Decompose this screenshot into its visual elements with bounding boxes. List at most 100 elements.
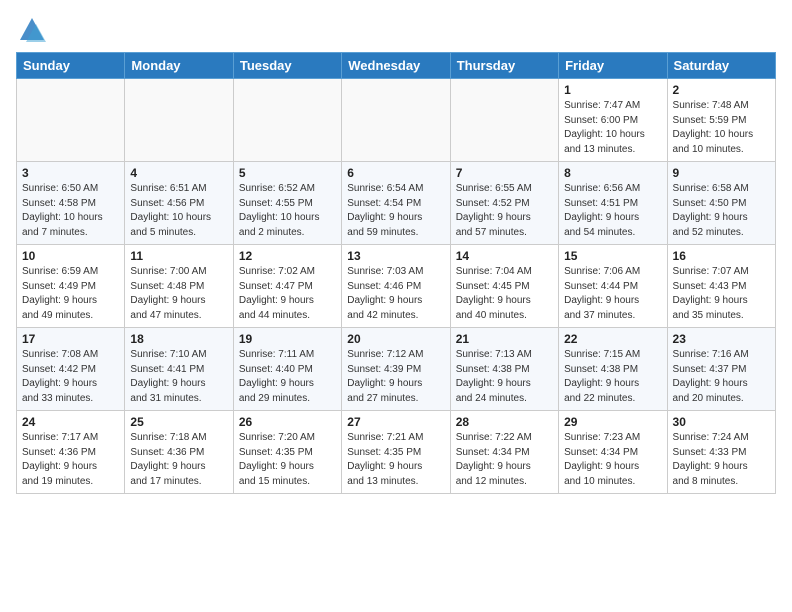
day-info: Sunrise: 7:47 AM Sunset: 6:00 PM Dayligh… — [564, 99, 661, 157]
day-number: 4 — [130, 166, 227, 180]
calendar-week-3: 17 Sunrise: 7:08 AM Sunset: 4:42 PM Dayli… — [17, 328, 776, 411]
calendar-cell: 16Sunrise: 7:07 AM Sunset: 4:43 PM Dayli… — [667, 245, 775, 328]
day-info: Sunrise: 7:06 AM Sunset: 4:44 PM Dayligh… — [564, 265, 661, 323]
day-info: Sunrise: 7:23 AM Sunset: 4:34 PM Dayligh… — [564, 431, 661, 489]
calendar-cell: 1 Sunrise: 7:47 AM Sunset: 6:00 PM Daylig… — [559, 79, 667, 162]
day-info: Sunrise: 7:21 AM Sunset: 4:35 PM Dayligh… — [347, 431, 444, 489]
day-info: Sunrise: 7:07 AM Sunset: 4:43 PM Dayligh… — [673, 265, 770, 323]
day-number: 13 — [347, 249, 444, 263]
day-info: Sunrise: 7:15 AM Sunset: 4:38 PM Dayligh… — [564, 348, 661, 406]
calendar-week-4: 24 Sunrise: 7:17 AM Sunset: 4:36 PM Dayli… — [17, 411, 776, 494]
day-info: Sunrise: 7:22 AM Sunset: 4:34 PM Dayligh… — [456, 431, 553, 489]
day-info: Sunrise: 7:18 AM Sunset: 4:36 PM Dayligh… — [130, 431, 227, 489]
day-info: Sunrise: 7:08 AM Sunset: 4:42 PM Dayligh… — [22, 348, 119, 406]
day-number: 17 — [22, 332, 119, 346]
calendar-table: SundayMondayTuesdayWednesdayThursdayFrid… — [16, 52, 776, 494]
calendar-cell: 30Sunrise: 7:24 AM Sunset: 4:33 PM Dayli… — [667, 411, 775, 494]
day-info: Sunrise: 7:10 AM Sunset: 4:41 PM Dayligh… — [130, 348, 227, 406]
day-number: 1 — [564, 83, 661, 97]
calendar-week-2: 10Sunrise: 6:59 AM Sunset: 4:49 PM Dayli… — [17, 245, 776, 328]
day-number: 27 — [347, 415, 444, 429]
day-number: 28 — [456, 415, 553, 429]
calendar-cell: 4 Sunrise: 6:51 AM Sunset: 4:56 PM Daylig… — [125, 162, 233, 245]
day-number: 6 — [347, 166, 444, 180]
calendar-header-friday: Friday — [559, 53, 667, 79]
day-number: 12 — [239, 249, 336, 263]
calendar-cell: 20 Sunrise: 7:12 AM Sunset: 4:39 PM Dayli… — [342, 328, 450, 411]
day-number: 23 — [673, 332, 770, 346]
calendar-cell: 6 Sunrise: 6:54 AM Sunset: 4:54 PM Daylig… — [342, 162, 450, 245]
calendar-cell — [17, 79, 125, 162]
day-number: 10 — [22, 249, 119, 263]
calendar-cell: 24 Sunrise: 7:17 AM Sunset: 4:36 PM Dayli… — [17, 411, 125, 494]
day-number: 20 — [347, 332, 444, 346]
calendar-cell: 2 Sunrise: 7:48 AM Sunset: 5:59 PM Daylig… — [667, 79, 775, 162]
calendar-cell: 5 Sunrise: 6:52 AM Sunset: 4:55 PM Daylig… — [233, 162, 341, 245]
day-number: 19 — [239, 332, 336, 346]
day-number: 18 — [130, 332, 227, 346]
day-number: 21 — [456, 332, 553, 346]
calendar-week-1: 3 Sunrise: 6:50 AM Sunset: 4:58 PM Daylig… — [17, 162, 776, 245]
day-info: Sunrise: 7:13 AM Sunset: 4:38 PM Dayligh… — [456, 348, 553, 406]
calendar-header-wednesday: Wednesday — [342, 53, 450, 79]
logo — [16, 16, 46, 44]
day-info: Sunrise: 7:03 AM Sunset: 4:46 PM Dayligh… — [347, 265, 444, 323]
day-number: 9 — [673, 166, 770, 180]
day-info: Sunrise: 7:48 AM Sunset: 5:59 PM Dayligh… — [673, 99, 770, 157]
day-number: 8 — [564, 166, 661, 180]
calendar-cell: 14Sunrise: 7:04 AM Sunset: 4:45 PM Dayli… — [450, 245, 558, 328]
calendar-cell: 23 Sunrise: 7:16 AM Sunset: 4:37 PM Dayli… — [667, 328, 775, 411]
day-number: 22 — [564, 332, 661, 346]
day-info: Sunrise: 6:51 AM Sunset: 4:56 PM Dayligh… — [130, 182, 227, 240]
calendar-cell — [125, 79, 233, 162]
day-info: Sunrise: 7:20 AM Sunset: 4:35 PM Dayligh… — [239, 431, 336, 489]
day-info: Sunrise: 7:11 AM Sunset: 4:40 PM Dayligh… — [239, 348, 336, 406]
day-info: Sunrise: 6:50 AM Sunset: 4:58 PM Dayligh… — [22, 182, 119, 240]
day-info: Sunrise: 7:17 AM Sunset: 4:36 PM Dayligh… — [22, 431, 119, 489]
calendar-week-0: 1 Sunrise: 7:47 AM Sunset: 6:00 PM Daylig… — [17, 79, 776, 162]
calendar-cell: 9 Sunrise: 6:58 AM Sunset: 4:50 PM Daylig… — [667, 162, 775, 245]
calendar-cell: 17 Sunrise: 7:08 AM Sunset: 4:42 PM Dayli… — [17, 328, 125, 411]
logo-general — [16, 16, 46, 44]
day-info: Sunrise: 6:56 AM Sunset: 4:51 PM Dayligh… — [564, 182, 661, 240]
day-number: 3 — [22, 166, 119, 180]
day-info: Sunrise: 7:00 AM Sunset: 4:48 PM Dayligh… — [130, 265, 227, 323]
calendar-cell: 28 Sunrise: 7:22 AM Sunset: 4:34 PM Dayli… — [450, 411, 558, 494]
day-number: 2 — [673, 83, 770, 97]
calendar-header-thursday: Thursday — [450, 53, 558, 79]
calendar-cell: 3 Sunrise: 6:50 AM Sunset: 4:58 PM Daylig… — [17, 162, 125, 245]
calendar-cell: 10Sunrise: 6:59 AM Sunset: 4:49 PM Dayli… — [17, 245, 125, 328]
calendar-cell — [450, 79, 558, 162]
day-info: Sunrise: 6:54 AM Sunset: 4:54 PM Dayligh… — [347, 182, 444, 240]
calendar-cell — [342, 79, 450, 162]
calendar-cell: 27 Sunrise: 7:21 AM Sunset: 4:35 PM Dayli… — [342, 411, 450, 494]
day-number: 5 — [239, 166, 336, 180]
day-number: 25 — [130, 415, 227, 429]
day-number: 24 — [22, 415, 119, 429]
calendar-cell: 11 Sunrise: 7:00 AM Sunset: 4:48 PM Dayli… — [125, 245, 233, 328]
day-info: Sunrise: 6:55 AM Sunset: 4:52 PM Dayligh… — [456, 182, 553, 240]
day-info: Sunrise: 6:58 AM Sunset: 4:50 PM Dayligh… — [673, 182, 770, 240]
calendar-cell: 12 Sunrise: 7:02 AM Sunset: 4:47 PM Dayli… — [233, 245, 341, 328]
calendar-header-row: SundayMondayTuesdayWednesdayThursdayFrid… — [17, 53, 776, 79]
calendar-header-sunday: Sunday — [17, 53, 125, 79]
calendar-cell: 15 Sunrise: 7:06 AM Sunset: 4:44 PM Dayli… — [559, 245, 667, 328]
day-info: Sunrise: 7:16 AM Sunset: 4:37 PM Dayligh… — [673, 348, 770, 406]
calendar-cell: 29Sunrise: 7:23 AM Sunset: 4:34 PM Dayli… — [559, 411, 667, 494]
day-info: Sunrise: 7:02 AM Sunset: 4:47 PM Dayligh… — [239, 265, 336, 323]
day-number: 7 — [456, 166, 553, 180]
calendar-cell: 8 Sunrise: 6:56 AM Sunset: 4:51 PM Daylig… — [559, 162, 667, 245]
calendar-cell: 18 Sunrise: 7:10 AM Sunset: 4:41 PM Dayli… — [125, 328, 233, 411]
calendar-cell: 13 Sunrise: 7:03 AM Sunset: 4:46 PM Dayli… — [342, 245, 450, 328]
day-number: 11 — [130, 249, 227, 263]
calendar-header-tuesday: Tuesday — [233, 53, 341, 79]
calendar-cell: 19 Sunrise: 7:11 AM Sunset: 4:40 PM Dayli… — [233, 328, 341, 411]
day-info: Sunrise: 7:12 AM Sunset: 4:39 PM Dayligh… — [347, 348, 444, 406]
day-info: Sunrise: 6:52 AM Sunset: 4:55 PM Dayligh… — [239, 182, 336, 240]
calendar-cell: 25 Sunrise: 7:18 AM Sunset: 4:36 PM Dayli… — [125, 411, 233, 494]
calendar-header-monday: Monday — [125, 53, 233, 79]
day-number: 15 — [564, 249, 661, 263]
calendar-cell — [233, 79, 341, 162]
day-number: 14 — [456, 249, 553, 263]
day-info: Sunrise: 7:24 AM Sunset: 4:33 PM Dayligh… — [673, 431, 770, 489]
